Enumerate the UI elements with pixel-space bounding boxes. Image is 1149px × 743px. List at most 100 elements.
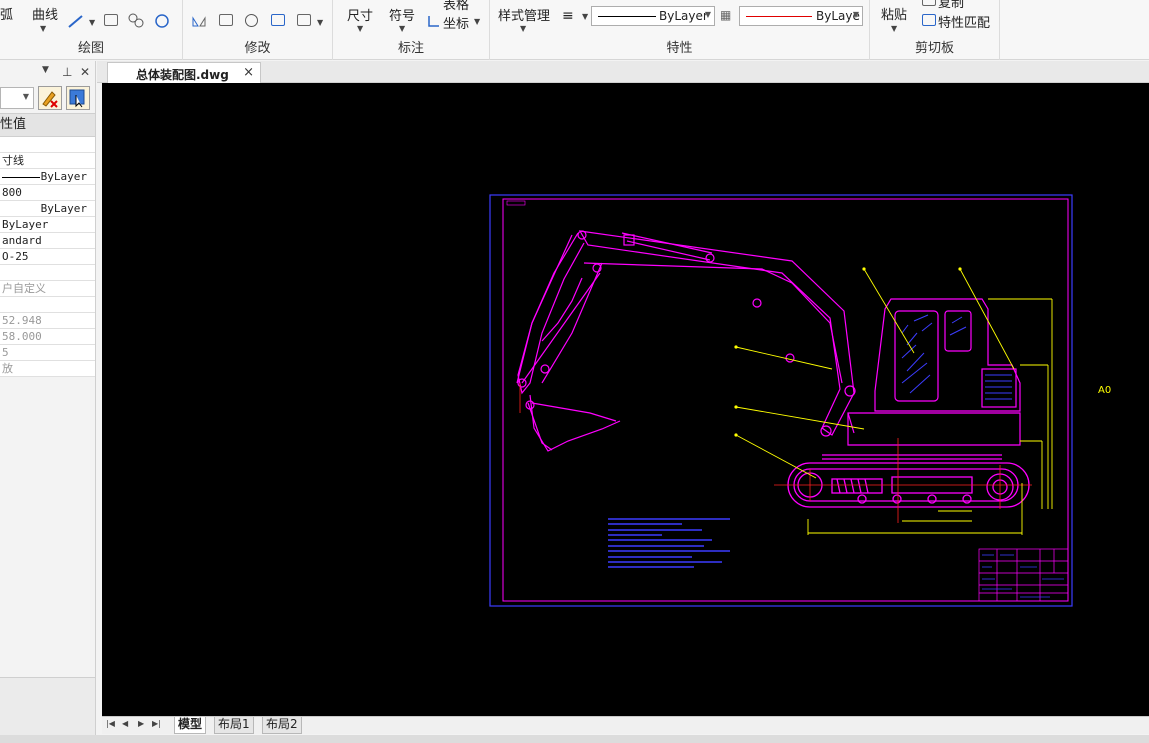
property-row[interactable] — [0, 265, 95, 281]
panel-close-icon[interactable]: ✕ — [80, 65, 90, 79]
properties-group: 样式管理 ▼ ≡ ▼ ByLayer ▼ ▦ ByLaye ▼ 特性 — [490, 0, 870, 60]
property-row[interactable]: 寸线 — [0, 153, 95, 169]
property-value: 寸线 — [2, 154, 24, 167]
property-rows: 寸线 ByLayer 800 ByLayer ByLayer andard O-25 户自定义… — [0, 137, 95, 377]
tab-layout2[interactable]: 布局2 — [262, 717, 302, 734]
dimension-button[interactable]: 尺寸 — [347, 5, 373, 24]
property-row[interactable]: andard — [0, 233, 95, 249]
drawing-canvas[interactable]: A0 — [102, 83, 1149, 716]
draw-group: 弧 曲线 ▼ ▼ 绘图 — [0, 0, 183, 60]
linetype-value: ByLayer — [659, 9, 708, 23]
title-block — [978, 548, 1069, 602]
property-row[interactable]: 800 — [0, 185, 95, 201]
copy-button[interactable]: 复制 — [938, 0, 964, 11]
sheet-outer-frame — [489, 194, 1073, 607]
doc-tab-assembly[interactable]: 总体装配图.dwg × — [107, 62, 261, 83]
property-row[interactable]: ByLayer — [0, 169, 95, 185]
coord-dropdown-icon[interactable]: ▼ — [474, 17, 480, 26]
edit-icon[interactable] — [297, 14, 311, 26]
linetype-preview — [598, 16, 656, 17]
excavator-tracks — [787, 454, 1030, 508]
doc-tab-close-icon[interactable]: × — [243, 65, 254, 80]
line-icon[interactable] — [68, 14, 84, 28]
paste-button[interactable]: 粘贴 — [881, 4, 907, 23]
array-icon[interactable] — [271, 14, 285, 26]
sheet-size-label: A0 — [1098, 385, 1111, 396]
property-value — [0, 266, 2, 279]
ribbon: 弧 曲线 ▼ ▼ 绘图 ▼ 修改 尺寸 ▼ 符号 ▼ 表格 坐标 ▼ 标注 样式… — [0, 0, 1149, 60]
symbol-button[interactable]: 符号 — [389, 5, 415, 24]
modify-group: ▼ 修改 — [183, 0, 333, 60]
property-value: andard — [2, 234, 42, 247]
line-dropdown-icon[interactable]: ▼ — [89, 18, 95, 27]
symbol-dropdown-icon[interactable]: ▼ — [399, 24, 405, 33]
layer-icon[interactable]: ▦ — [720, 8, 731, 22]
property-row[interactable]: 户自定义 — [0, 281, 95, 297]
sheet-label-box — [506, 200, 526, 206]
pin-icon[interactable]: ⊥ — [62, 65, 72, 79]
property-row[interactable]: 52.948 — [0, 313, 95, 329]
arc-button[interactable]: 弧 — [0, 4, 13, 23]
panel-menu-icon[interactable]: ▼ — [42, 65, 49, 75]
quick-select-button[interactable] — [38, 86, 62, 110]
next-tab-icon[interactable]: ▶ — [138, 719, 144, 728]
property-value: 800 — [2, 186, 22, 199]
select-objects-button[interactable] — [66, 86, 90, 110]
lineweight-icon[interactable]: ≡ — [562, 8, 574, 24]
region-icon[interactable] — [128, 13, 144, 28]
annotate-group: 尺寸 ▼ 符号 ▼ 表格 坐标 ▼ 标注 — [333, 0, 490, 60]
rotate-icon[interactable] — [245, 14, 258, 27]
cab-window-hatch — [901, 314, 1012, 400]
curve-dropdown-icon[interactable]: ▼ — [40, 24, 46, 33]
properties-panel: ▼ ⊥ ✕ ▼ 性值 寸线 ByLayer 800 ByLayer ByLayer and… — [0, 61, 96, 737]
lineweight-dropdown-icon[interactable]: ▼ — [582, 12, 588, 21]
curve-button[interactable]: 曲线 — [32, 4, 58, 23]
select-objects-icon — [69, 89, 85, 108]
property-row[interactable]: 放 — [0, 361, 95, 377]
linetype-dropdown-icon: ▼ — [704, 10, 711, 19]
property-row[interactable]: ByLayer — [0, 201, 95, 217]
doc-tab-name: 总体装配图.dwg — [136, 68, 229, 82]
modify-dropdown-icon[interactable]: ▼ — [317, 18, 323, 27]
draw-group-title: 绘图 — [77, 41, 104, 56]
quick-select-icon — [42, 91, 58, 108]
hatch-icon[interactable] — [104, 14, 118, 26]
property-row[interactable] — [0, 137, 95, 153]
clipboard-group-title: 剪切板 — [914, 41, 954, 56]
panel-bottom-area — [0, 677, 95, 737]
yellow-leaders — [735, 268, 1053, 535]
first-tab-icon[interactable]: |◀ — [106, 719, 115, 728]
paste-dropdown-icon[interactable]: ▼ — [891, 24, 897, 33]
prev-tab-icon[interactable]: ◀ — [122, 719, 128, 728]
panel-titlebar: ▼ ⊥ ✕ — [0, 61, 95, 85]
property-row[interactable]: 58.000 — [0, 329, 95, 345]
stretch-icon[interactable] — [219, 14, 233, 26]
property-row[interactable]: 5 — [0, 345, 95, 361]
style-manager-button[interactable]: 样式管理 — [498, 5, 550, 24]
property-value: ByLayer — [40, 202, 87, 215]
dimension-dropdown-icon[interactable]: ▼ — [357, 24, 363, 33]
linetype-select[interactable]: ByLayer ▼ — [591, 6, 715, 26]
technical-notes — [608, 518, 730, 568]
property-value — [0, 298, 2, 311]
color-select[interactable]: ByLaye ▼ — [739, 6, 863, 26]
table-button[interactable]: 表格 — [443, 0, 469, 13]
property-row[interactable]: ByLayer — [0, 217, 95, 233]
sheet-inner-border — [502, 198, 1069, 602]
property-row[interactable]: O-25 — [0, 249, 95, 265]
last-tab-icon[interactable]: ▶| — [152, 719, 161, 728]
mirror-icon[interactable] — [191, 14, 207, 28]
object-select[interactable]: ▼ — [0, 87, 34, 109]
property-value: 5 — [2, 346, 9, 359]
status-bar — [0, 735, 1149, 743]
property-row[interactable] — [0, 297, 95, 313]
tab-model[interactable]: 模型 — [174, 717, 207, 734]
tab-layout1[interactable]: 布局1 — [214, 717, 254, 734]
coord-button[interactable]: 坐标 — [443, 13, 469, 32]
match-props-button[interactable]: 特性匹配 — [938, 12, 990, 31]
properties-group-title: 特性 — [666, 41, 693, 56]
layout-tab-bar: |◀ ◀ ▶ ▶| 模型 布局1 布局2 — [102, 716, 1149, 734]
style-manager-dropdown-icon[interactable]: ▼ — [520, 24, 526, 33]
boundary-icon[interactable] — [154, 13, 170, 28]
property-value-header: 性值 — [0, 113, 95, 137]
